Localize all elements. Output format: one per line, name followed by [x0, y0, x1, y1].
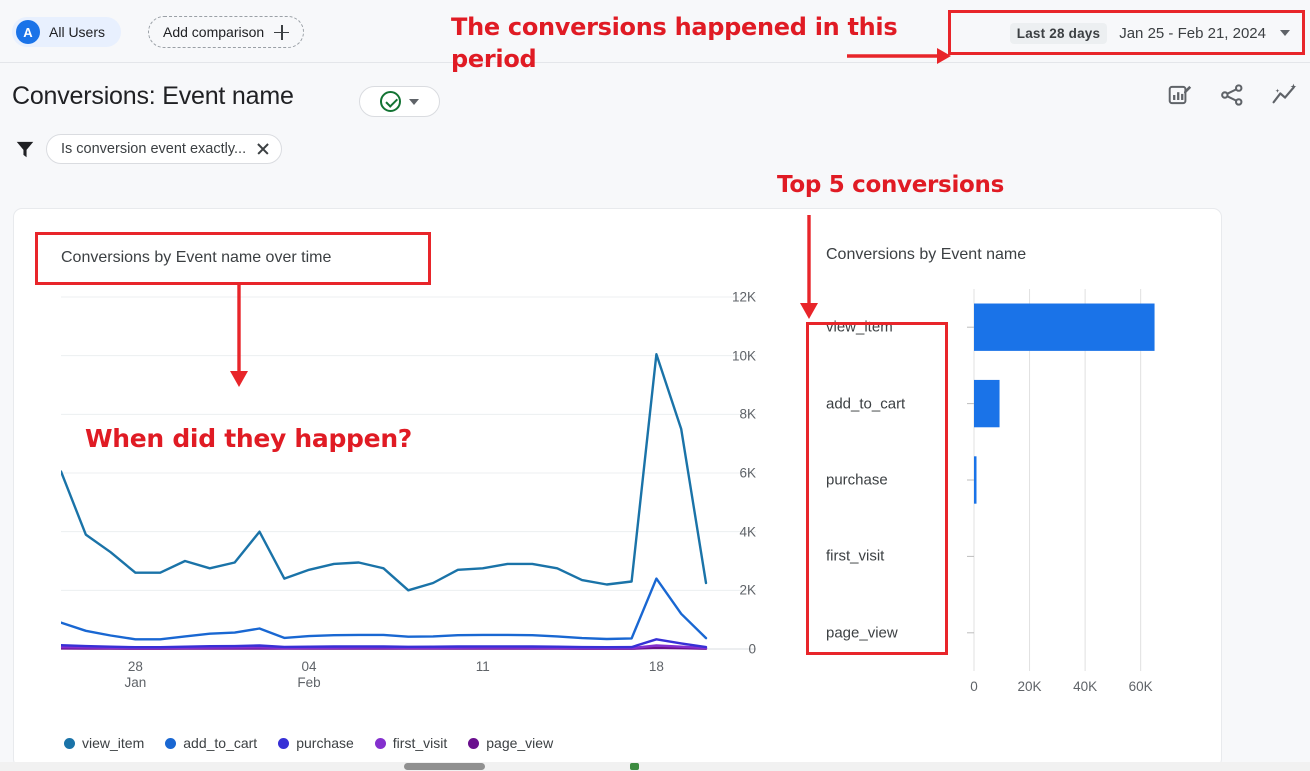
- filter-chip-label: Is conversion event exactly...: [61, 141, 247, 157]
- bar-chart-title: Conversions by Event name: [826, 246, 1027, 263]
- x-axis-tick: 11: [475, 659, 490, 674]
- line-chart-legend: view_item add_to_cart purchase first_visit p…: [64, 735, 553, 751]
- segment-chip-label: All Users: [49, 24, 106, 40]
- legend-label: view_item: [82, 735, 145, 751]
- legend-label: purchase: [296, 735, 354, 751]
- share-icon[interactable]: [1219, 82, 1245, 108]
- scrollbar-marker: [630, 763, 639, 770]
- horizontal-scrollbar[interactable]: [0, 762, 1310, 771]
- annotation-box-date-range: [948, 10, 1305, 55]
- report-card: Conversions by Event name over time Conv…: [13, 208, 1222, 768]
- add-comparison-button[interactable]: Add comparison: [148, 16, 305, 48]
- y-axis-tick: 12K: [731, 289, 756, 305]
- x-axis-tick: 04 Feb: [297, 659, 321, 690]
- y-axis-tick: 6K: [739, 465, 756, 481]
- annotation-box-line-title: [35, 232, 431, 285]
- header-actions: [1167, 82, 1298, 108]
- annotation-when: When did they happen?: [85, 424, 413, 453]
- y-axis-tick: 2K: [739, 582, 756, 598]
- segment-chip-all-users[interactable]: A All Users: [12, 17, 122, 47]
- add-comparison-label: Add comparison: [163, 24, 265, 40]
- y-axis-tick: 10K: [731, 348, 756, 364]
- line-chart-plot: [59, 296, 756, 650]
- plus-icon: [274, 24, 290, 40]
- x-axis-tick: 28 Jan: [124, 659, 147, 690]
- legend-color-dot: [468, 737, 480, 749]
- x-axis-tick: 18: [648, 659, 664, 674]
- edit-chart-icon[interactable]: [1167, 82, 1193, 108]
- annotation-arrow-right: [847, 48, 951, 64]
- legend-color-dot: [165, 737, 177, 749]
- app-root: A All Users Add comparison Last 28 days …: [0, 0, 1310, 771]
- annotation-top5: Top 5 conversions: [777, 172, 1005, 198]
- filter-chip[interactable]: Is conversion event exactly...: [46, 134, 283, 164]
- insights-icon[interactable]: [1271, 82, 1298, 108]
- segment-avatar: A: [16, 20, 40, 44]
- annotation-box-categories: [806, 322, 948, 655]
- bar-x-axis-tick: 60K: [1128, 679, 1153, 694]
- legend-label: page_view: [486, 735, 554, 751]
- legend-item[interactable]: purchase: [278, 735, 354, 751]
- legend-label: add_to_cart: [183, 735, 258, 751]
- chevron-down-icon: [409, 98, 419, 105]
- line-chart: 0 2K 4K 6K 8K 10K 12K 28 Jan 04 Feb 11 18: [59, 289, 756, 690]
- check-circle-icon: [380, 91, 401, 112]
- legend-item[interactable]: add_to_cart: [165, 735, 257, 751]
- filter-funnel-icon[interactable]: [14, 138, 36, 160]
- y-axis-tick: 4K: [739, 524, 756, 540]
- legend-item[interactable]: page_view: [468, 735, 553, 751]
- bar-x-axis-tick: 0: [970, 679, 978, 694]
- y-axis-tick: 0: [748, 641, 756, 657]
- scrollbar-thumb[interactable]: [404, 763, 485, 770]
- conversion-event-badge[interactable]: [359, 86, 440, 117]
- legend-item[interactable]: view_item: [64, 735, 144, 751]
- annotation-arrow-down-bar: [800, 215, 818, 319]
- close-icon[interactable]: [256, 142, 270, 156]
- filter-row: Is conversion event exactly...: [14, 134, 283, 164]
- page-title: Conversions: Event name: [12, 82, 294, 110]
- legend-color-dot: [374, 737, 386, 749]
- bar-x-axis-tick: 20K: [1017, 679, 1042, 694]
- y-axis-tick: 8K: [739, 406, 756, 422]
- legend-item[interactable]: first_visit: [374, 735, 448, 751]
- annotation-arrow-down-line: [230, 285, 248, 387]
- legend-color-dot: [64, 737, 75, 749]
- legend-color-dot: [278, 737, 290, 749]
- bar-x-axis-tick: 40K: [1073, 679, 1098, 694]
- legend-label: first_visit: [392, 735, 448, 751]
